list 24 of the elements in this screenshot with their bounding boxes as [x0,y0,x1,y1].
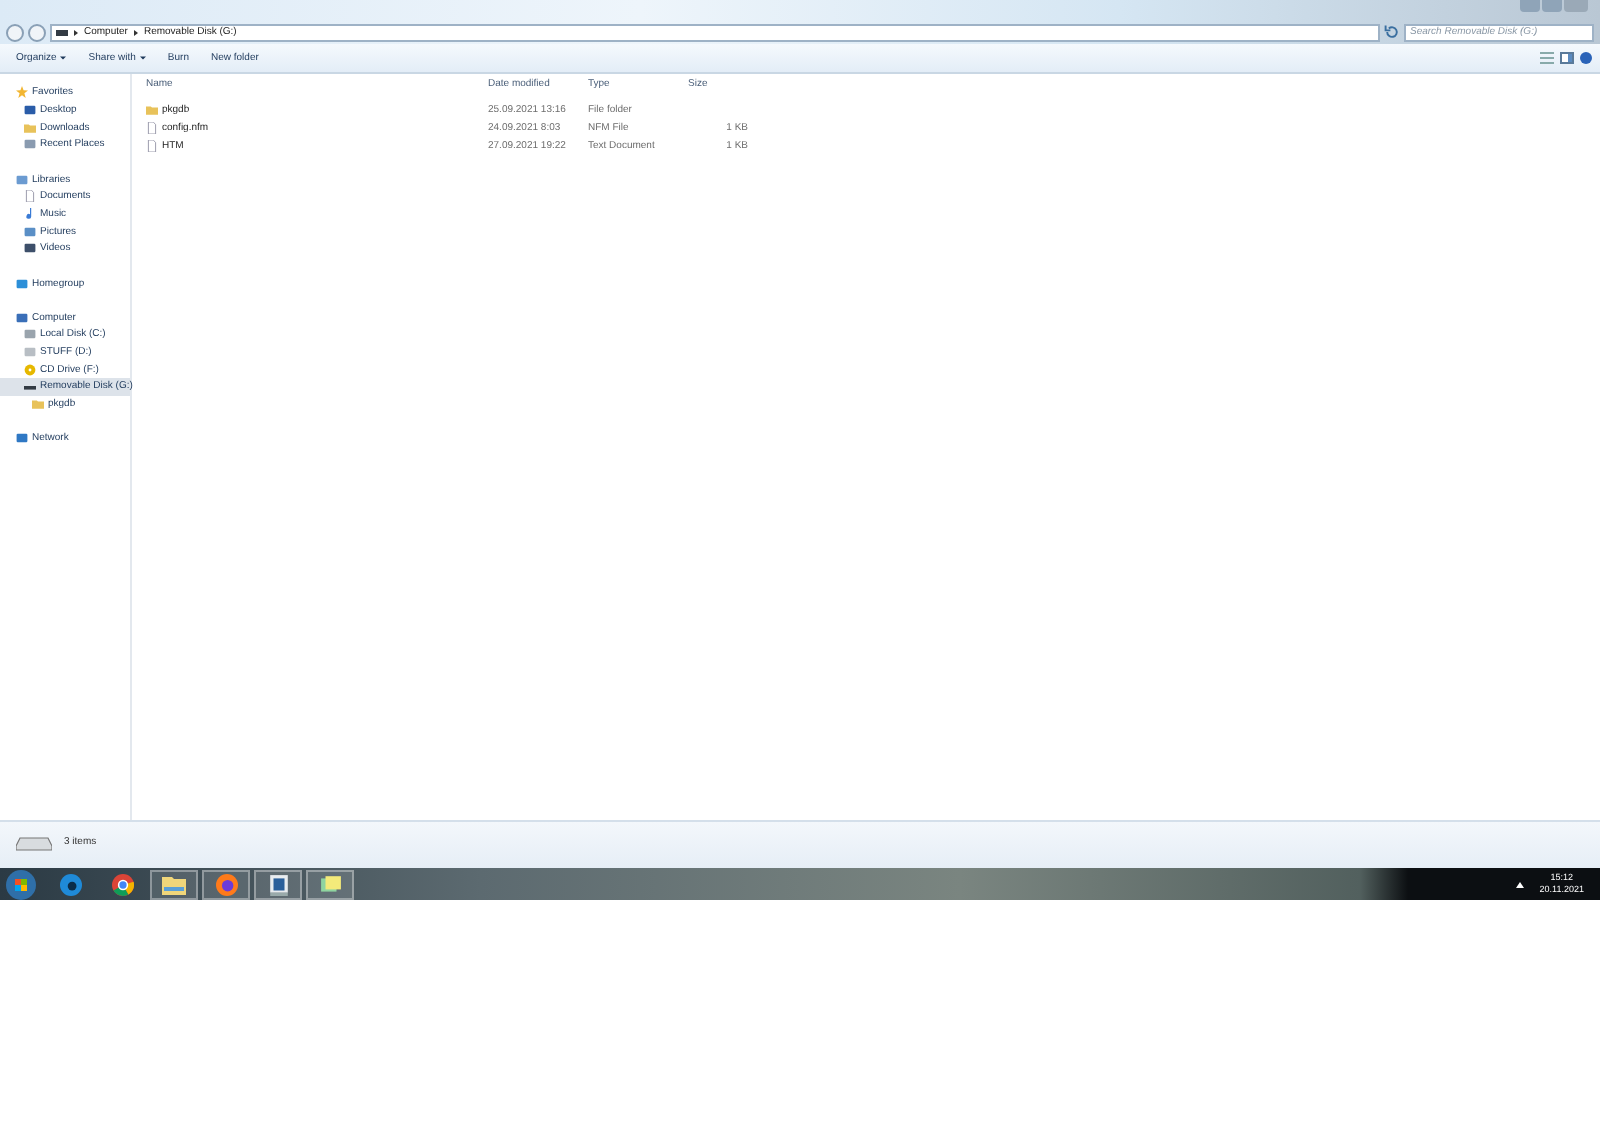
folder-icon [162,873,186,895]
tray-arrow-icon[interactable] [1515,881,1524,887]
browser-icon [111,873,133,895]
back-button[interactable] [6,23,24,41]
star-icon [16,86,28,99]
document-icon [24,190,36,203]
folder-icon [146,103,158,115]
caret-icon [60,56,67,60]
sticky-notes-icon [319,873,341,895]
cd-icon [24,363,36,376]
folder-icon [32,398,44,411]
start-button[interactable] [6,869,36,899]
taskbar-button[interactable] [150,869,198,899]
music-note-icon [24,207,36,220]
refresh-icon[interactable] [1384,24,1400,40]
folder-icon [24,121,36,134]
preview-pane-icon[interactable] [1560,52,1574,64]
taskbar-button[interactable] [306,869,354,899]
taskbar-button[interactable] [202,869,250,899]
chevron-icon [133,29,138,35]
forward-button[interactable] [28,23,46,41]
caret-icon [139,56,146,60]
view-options-icon[interactable] [1540,52,1554,64]
taskbar-button[interactable] [254,869,302,899]
